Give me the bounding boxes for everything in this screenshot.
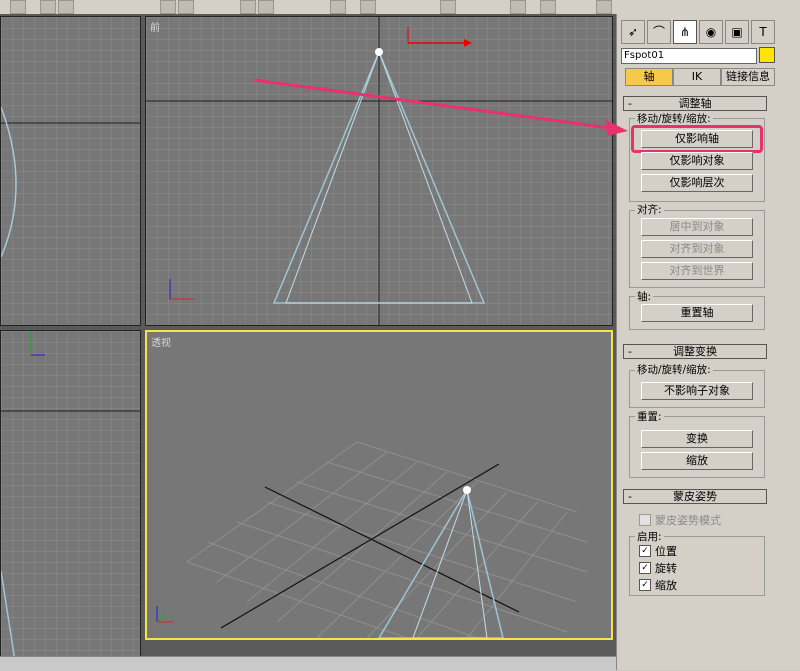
annotation-arrow	[253, 78, 628, 136]
